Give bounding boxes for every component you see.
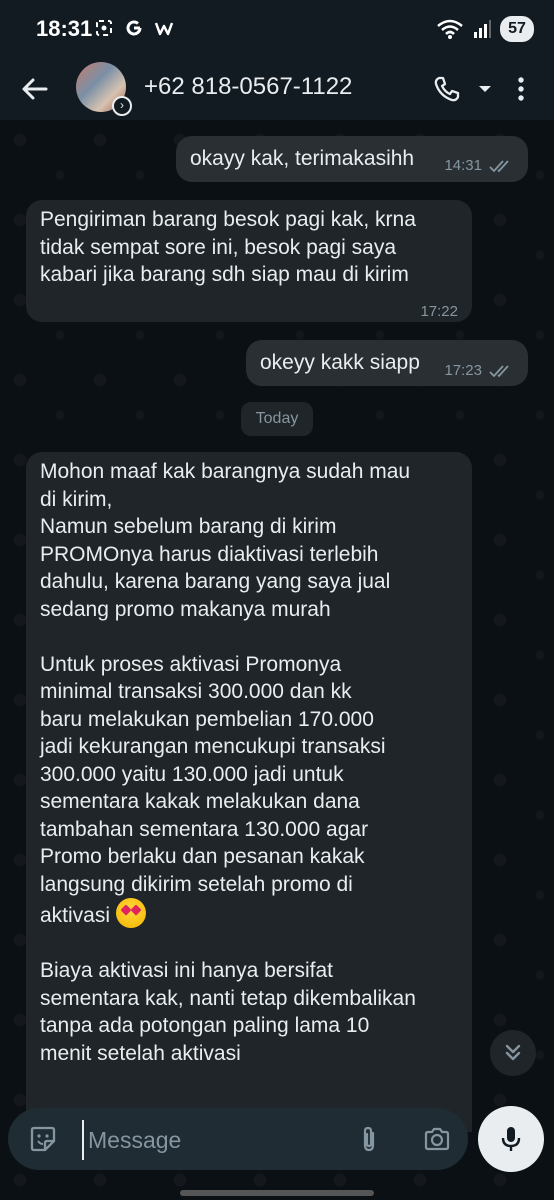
- date-separator: Today: [241, 402, 313, 436]
- attach-icon[interactable]: [354, 1124, 384, 1154]
- message-input[interactable]: [82, 1120, 350, 1160]
- message-meta: 17:22: [420, 298, 458, 326]
- double-chevron-down-icon: [505, 1044, 521, 1061]
- outgoing-message[interactable]: okeyy kakk siapp 17:23: [246, 340, 528, 386]
- more-vert-icon[interactable]: [506, 74, 536, 104]
- message-meta: 17:23: [444, 357, 514, 385]
- voice-message-button[interactable]: [478, 1106, 544, 1172]
- message-time: 17:23: [444, 362, 482, 379]
- screenshot-icon: [96, 20, 112, 36]
- message-text: okayy kak, terimakasihh: [190, 147, 415, 170]
- contact-name[interactable]: +62 818-0567-1122: [144, 73, 352, 101]
- signal-icon: [474, 20, 491, 38]
- status-bar: 18:31 57: [0, 0, 554, 58]
- smiling-face-with-heart-eyes-icon: [115, 898, 146, 928]
- home-indicator[interactable]: [180, 1190, 374, 1196]
- scroll-to-bottom-button[interactable]: [490, 1030, 536, 1076]
- message-text-part1: Mohon maaf kak barangnya sudah mau di ki…: [40, 460, 411, 927]
- w-icon: [154, 22, 174, 36]
- mic-icon: [501, 1127, 521, 1151]
- message-text: Mohon maaf kak barangnya sudah mau di ki…: [40, 458, 464, 1067]
- read-receipt-icon: [489, 160, 509, 173]
- chat-area[interactable]: okayy kak, terimakasihh 14:31 Pengiriman…: [0, 120, 554, 1132]
- status-ring-icon: ›: [112, 96, 132, 116]
- message-time: 14:31: [444, 157, 482, 174]
- message-text: Pengiriman barang besok pagi kak, krna t…: [40, 208, 416, 286]
- battery-indicator: 57: [500, 16, 534, 42]
- google-icon: [126, 20, 142, 36]
- camera-icon[interactable]: [422, 1124, 452, 1154]
- dropdown-icon[interactable]: [470, 74, 500, 104]
- message-composer: [8, 1108, 468, 1170]
- outgoing-message[interactable]: okayy kak, terimakasihh 14:31: [176, 136, 528, 182]
- wifi-icon: [437, 19, 463, 39]
- chat-header: › +62 818-0567-1122: [0, 58, 554, 120]
- phone-icon[interactable]: [432, 74, 462, 104]
- back-arrow-icon[interactable]: [20, 74, 50, 104]
- emoji-sticker-icon[interactable]: [28, 1124, 58, 1154]
- message-text-part2: Biaya aktivasi ini hanya bersifat sement…: [40, 959, 416, 1065]
- message-meta: 14:31: [444, 152, 514, 180]
- system-icons: 57: [436, 16, 534, 42]
- incoming-message[interactable]: Mohon maaf kak barangnya sudah mau di ki…: [26, 452, 472, 1132]
- message-time: 17:22: [420, 303, 458, 320]
- notification-icons: [94, 18, 174, 38]
- status-time: 18:31: [36, 16, 93, 41]
- message-text: okeyy kakk siapp: [260, 351, 420, 374]
- read-receipt-icon: [489, 365, 509, 378]
- incoming-message[interactable]: Pengiriman barang besok pagi kak, krna t…: [26, 200, 472, 322]
